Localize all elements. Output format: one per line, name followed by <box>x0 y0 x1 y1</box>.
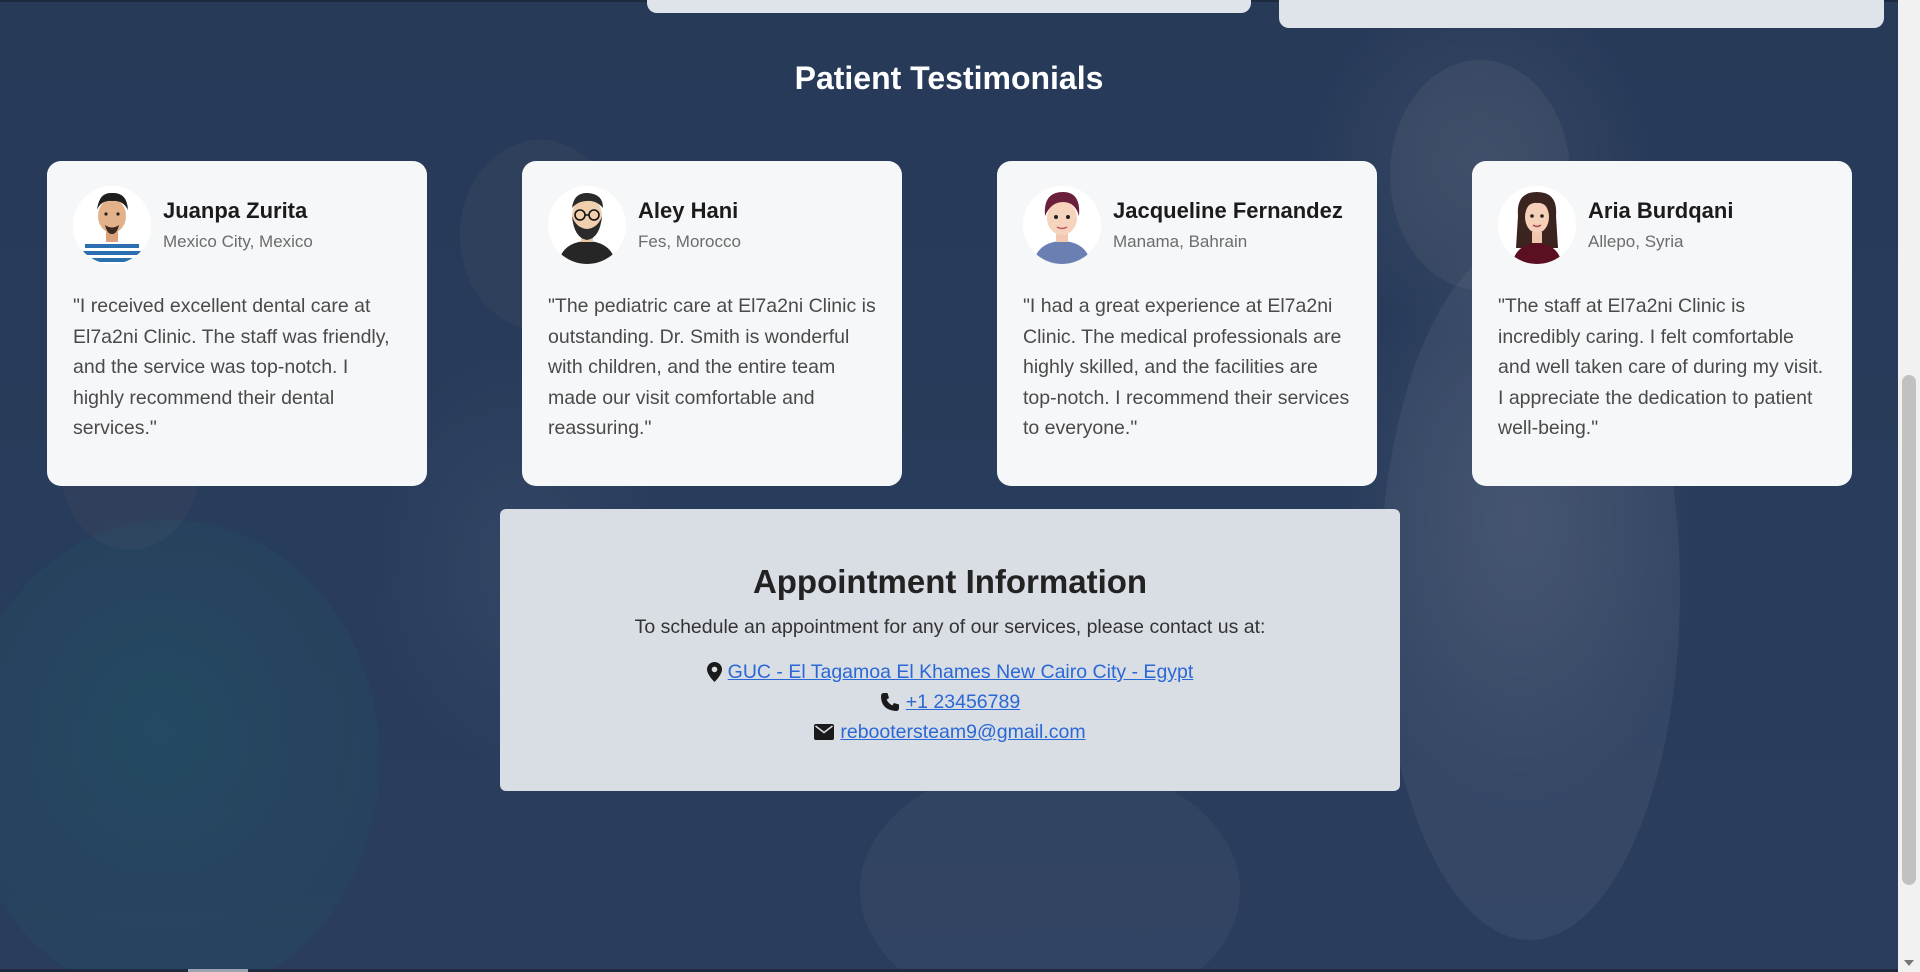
contact-phone: +1 23456789 <box>500 687 1400 717</box>
testimonial-card: Juanpa Zurita Mexico City, Mexico "I rec… <box>47 161 427 486</box>
short-hair-person-avatar-icon <box>1023 186 1101 264</box>
contact-email: rebootersteam9@gmail.com <box>500 717 1400 747</box>
testimonials-title: Patient Testimonials <box>794 60 1104 96</box>
contact-list: GUC - El Tagamoa El Khames New Cairo Cit… <box>500 657 1400 747</box>
previous-section-card <box>1279 0 1884 28</box>
phone-icon <box>880 693 899 711</box>
testimonial-quote: "The staff at El7a2ni Clinic is incredib… <box>1498 295 1824 439</box>
map-pin-icon <box>706 662 722 682</box>
appointment-panel: Appointment Information To schedule an a… <box>500 509 1400 791</box>
scroll-down-arrow-icon[interactable] <box>1904 960 1914 966</box>
testimonial-location: Manama, Bahrain <box>1113 232 1248 251</box>
testimonial-name: Jacqueline Fernandez <box>1113 198 1343 223</box>
testimonial-location: Mexico City, Mexico <box>163 232 313 251</box>
testimonial-location: Fes, Morocco <box>638 232 741 251</box>
testimonial-name: Aley Hani <box>638 198 739 223</box>
bearded-man-glasses-avatar-icon <box>548 186 626 264</box>
contact-address: GUC - El Tagamoa El Khames New Cairo Cit… <box>500 657 1400 687</box>
testimonial-quote: "I received excellent dental care at El7… <box>73 295 390 439</box>
testimonial-card: Jacqueline Fernandez Manama, Bahrain "I … <box>997 161 1377 486</box>
testimonial-card: Aria Burdqani Allepo, Syria "The staff a… <box>1472 161 1852 486</box>
testimonial-card: Aley Hani Fes, Morocco "The pediatric ca… <box>522 161 902 486</box>
woman-long-hair-avatar-icon <box>1498 186 1576 264</box>
phone-link[interactable]: +1 23456789 <box>906 687 1020 717</box>
appointment-title: Appointment Information <box>752 563 1148 600</box>
testimonial-name: Aria Burdqani <box>1588 198 1734 223</box>
testimonial-quote: "I had a great experience at El7a2ni Cli… <box>1023 295 1350 439</box>
vertical-scrollbar[interactable] <box>1898 0 1920 972</box>
testimonial-location: Allepo, Syria <box>1588 232 1684 251</box>
man-striped-shirt-avatar-icon <box>73 186 151 264</box>
testimonial-name: Juanpa Zurita <box>163 198 308 223</box>
background-photo <box>0 0 1898 972</box>
envelope-icon <box>814 724 835 740</box>
email-link[interactable]: rebootersteam9@gmail.com <box>840 717 1085 747</box>
scrollbar-thumb[interactable] <box>1902 375 1916 885</box>
testimonial-quote: "The pediatric care at El7a2ni Clinic is… <box>548 295 876 439</box>
previous-section-card <box>647 0 1251 13</box>
address-link[interactable]: GUC - El Tagamoa El Khames New Cairo Cit… <box>728 657 1194 687</box>
appointment-subtitle: To schedule an appointment for any of ou… <box>634 616 1266 638</box>
